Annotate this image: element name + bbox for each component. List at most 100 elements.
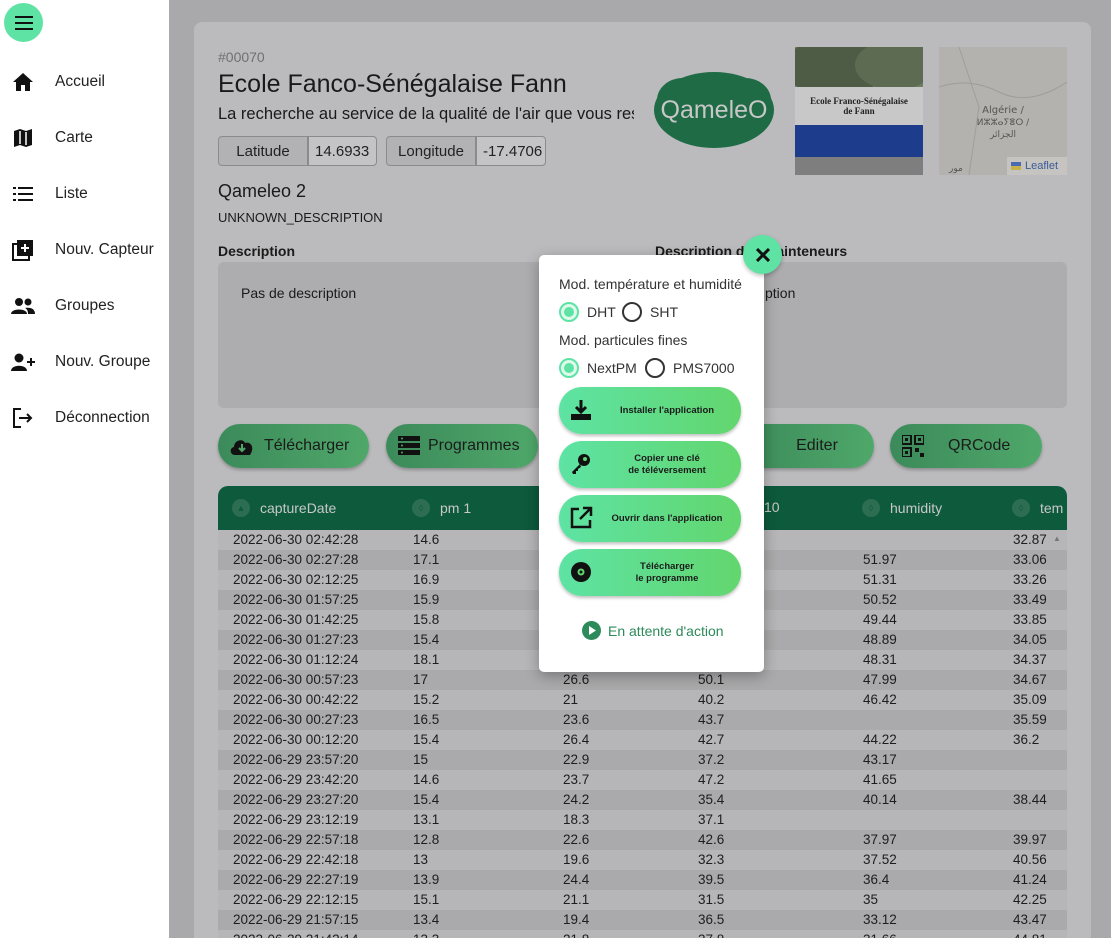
svg-text:de Fann: de Fann xyxy=(843,106,874,116)
qrcode-button[interactable]: QRCode xyxy=(890,424,1042,468)
download-program-button[interactable]: Télécharger le programme xyxy=(559,549,741,596)
latitude-field[interactable]: 14.6933 xyxy=(308,136,377,166)
sidebar-item-label: Accueil xyxy=(55,73,105,90)
table-cell: 51.31 xyxy=(863,572,897,587)
table-cell: 2022-06-30 01:42:25 xyxy=(233,612,359,627)
table-cell: 2022-06-30 00:42:22 xyxy=(233,692,359,707)
cloud-download-icon xyxy=(230,440,253,455)
sidebar: Accueil Carte Liste Nouv. Capteur Groupe… xyxy=(0,0,169,938)
table-cell: 34.67 xyxy=(1013,672,1047,687)
map-icon xyxy=(11,126,35,150)
list-icon xyxy=(11,182,35,206)
table-cell: 49.44 xyxy=(863,612,897,627)
leaflet-attribution: Leaflet xyxy=(1025,160,1058,172)
scroll-up-icon[interactable]: ▲ xyxy=(1053,534,1061,543)
sidebar-item-label: Nouv. Capteur xyxy=(55,241,154,258)
table-cell: 22.6 xyxy=(563,832,590,847)
download-button[interactable]: Télécharger xyxy=(218,424,369,468)
table-cell: 13.3 xyxy=(413,932,439,938)
table-cell: 51.97 xyxy=(863,552,897,567)
sidebar-item-nouv-capteur[interactable]: Nouv. Capteur xyxy=(0,230,169,270)
qrcode-icon xyxy=(902,435,924,457)
table-cell: 43.17 xyxy=(863,752,897,767)
logout-icon xyxy=(11,406,35,430)
table-cell: 2022-06-30 00:12:20 xyxy=(233,732,359,747)
table-cell: 18.3 xyxy=(563,812,590,827)
table-cell: 2022-06-29 22:12:15 xyxy=(233,892,359,907)
copy-upload-key-button[interactable]: Copier une clé de téléversement xyxy=(559,441,741,488)
table-row: 2022-06-29 22:27:19 13.9 24.4 39.5 36.4 41.24 xyxy=(218,870,1067,890)
column-header-humidity[interactable]: ◊ humidity xyxy=(862,499,942,517)
table-cell: 39.97 xyxy=(1013,832,1047,847)
table-cell: 13 xyxy=(413,852,429,867)
sensor-description: UNKNOWN_DESCRIPTION xyxy=(218,210,383,225)
radio-sht[interactable]: SHT xyxy=(622,302,678,322)
download-icon xyxy=(571,400,591,420)
radio-checked-icon xyxy=(559,302,579,322)
column-header-pm10[interactable]: 10 xyxy=(764,499,780,515)
table-cell: 2022-06-30 01:12:24 xyxy=(233,652,359,667)
table-cell: 40.56 xyxy=(1013,852,1047,867)
table-cell: 47.99 xyxy=(863,672,897,687)
table-cell: 23.7 xyxy=(563,772,590,787)
column-header-pm1[interactable]: ◊ pm 1 xyxy=(412,499,471,517)
table-cell: 15.4 xyxy=(413,732,440,747)
table-cell: 40.14 xyxy=(863,792,897,807)
sensor-photo[interactable]: Ecole Franco-Sénégalaise de Fann xyxy=(795,47,923,175)
play-icon xyxy=(582,621,601,640)
table-row: 2022-06-30 00:57:23 17 26.6 50.1 47.99 34.67 xyxy=(218,670,1067,690)
longitude-field[interactable]: -17.4706 xyxy=(476,136,546,166)
download-label: Télécharger xyxy=(264,437,350,454)
map-label-1: Algérie / xyxy=(982,104,1024,116)
description-text: Pas de description xyxy=(241,285,357,301)
table-cell: 34.37 xyxy=(1013,652,1047,667)
sort-icon: ◊ xyxy=(1012,499,1030,517)
table-cell: 33.49 xyxy=(1013,592,1047,607)
table-cell: 31.5 xyxy=(698,892,725,907)
table-cell: 32.87 xyxy=(1013,532,1047,547)
radio-nextpm[interactable]: NextPM xyxy=(559,358,637,378)
table-row: 2022-06-29 22:12:15 15.1 21.1 31.5 35 42.25 xyxy=(218,890,1067,910)
sidebar-item-accueil[interactable]: Accueil xyxy=(0,62,169,102)
table-cell: 42.6 xyxy=(698,832,725,847)
table-cell: 31.66 xyxy=(863,932,897,938)
table-cell: 2022-06-30 02:12:25 xyxy=(233,572,359,587)
table-cell: 15.1 xyxy=(413,892,440,907)
table-cell: 15.4 xyxy=(413,792,440,807)
menu-button[interactable] xyxy=(4,3,43,42)
location-map[interactable]: Algérie / ⵍⵣⵣⴰⵢⴻⵔ / الجزائر مور Leaflet xyxy=(939,47,1067,175)
qrcode-label: QRCode xyxy=(948,437,1011,454)
table-cell: 47.2 xyxy=(698,772,725,787)
home-icon xyxy=(11,70,35,94)
sidebar-item-carte[interactable]: Carte xyxy=(0,118,169,158)
sort-asc-icon: ▲ xyxy=(232,499,250,517)
table-cell: 21.1 xyxy=(563,892,590,907)
close-button[interactable] xyxy=(743,235,782,274)
table-cell: 2022-06-30 01:27:23 xyxy=(233,632,359,647)
action-status: En attente d'action xyxy=(582,621,724,640)
table-cell: 2022-06-29 21:42:14 xyxy=(233,932,358,938)
column-header-temperature[interactable]: ◊ tem xyxy=(1012,499,1063,517)
table-cell: 2022-06-29 21:57:15 xyxy=(233,912,359,927)
sidebar-item-nouv-groupe[interactable]: Nouv. Groupe xyxy=(0,342,169,382)
radio-dht[interactable]: DHT xyxy=(559,302,616,322)
page-title: Ecole Fanco-Sénégalaise Fann xyxy=(218,70,567,98)
temp-module-label: Mod. température et humidité xyxy=(559,276,742,292)
map-label-3: الجزائر xyxy=(989,130,1016,140)
radio-unchecked-icon xyxy=(622,302,642,322)
table-cell: 41.65 xyxy=(863,772,897,787)
table-cell: 35 xyxy=(863,892,879,907)
table-cell: 2022-06-30 00:57:23 xyxy=(233,672,359,687)
sidebar-item-deconnection[interactable]: Déconnection xyxy=(0,398,169,438)
open-in-app-button[interactable]: Ouvrir dans l'application xyxy=(559,495,741,542)
table-cell: 37.8 xyxy=(698,932,724,938)
install-app-button[interactable]: Installer l'application xyxy=(559,387,741,434)
table-cell: 43.7 xyxy=(698,712,725,727)
radio-pms7000[interactable]: PMS7000 xyxy=(645,358,734,378)
sidebar-item-groupes[interactable]: Groupes xyxy=(0,286,169,326)
programs-button[interactable]: Programmes xyxy=(386,424,538,468)
sidebar-item-label: Carte xyxy=(55,129,93,146)
sidebar-item-liste[interactable]: Liste xyxy=(0,174,169,214)
column-header-capturedate[interactable]: ▲ captureDate xyxy=(232,499,336,517)
programs-label: Programmes xyxy=(428,437,520,454)
